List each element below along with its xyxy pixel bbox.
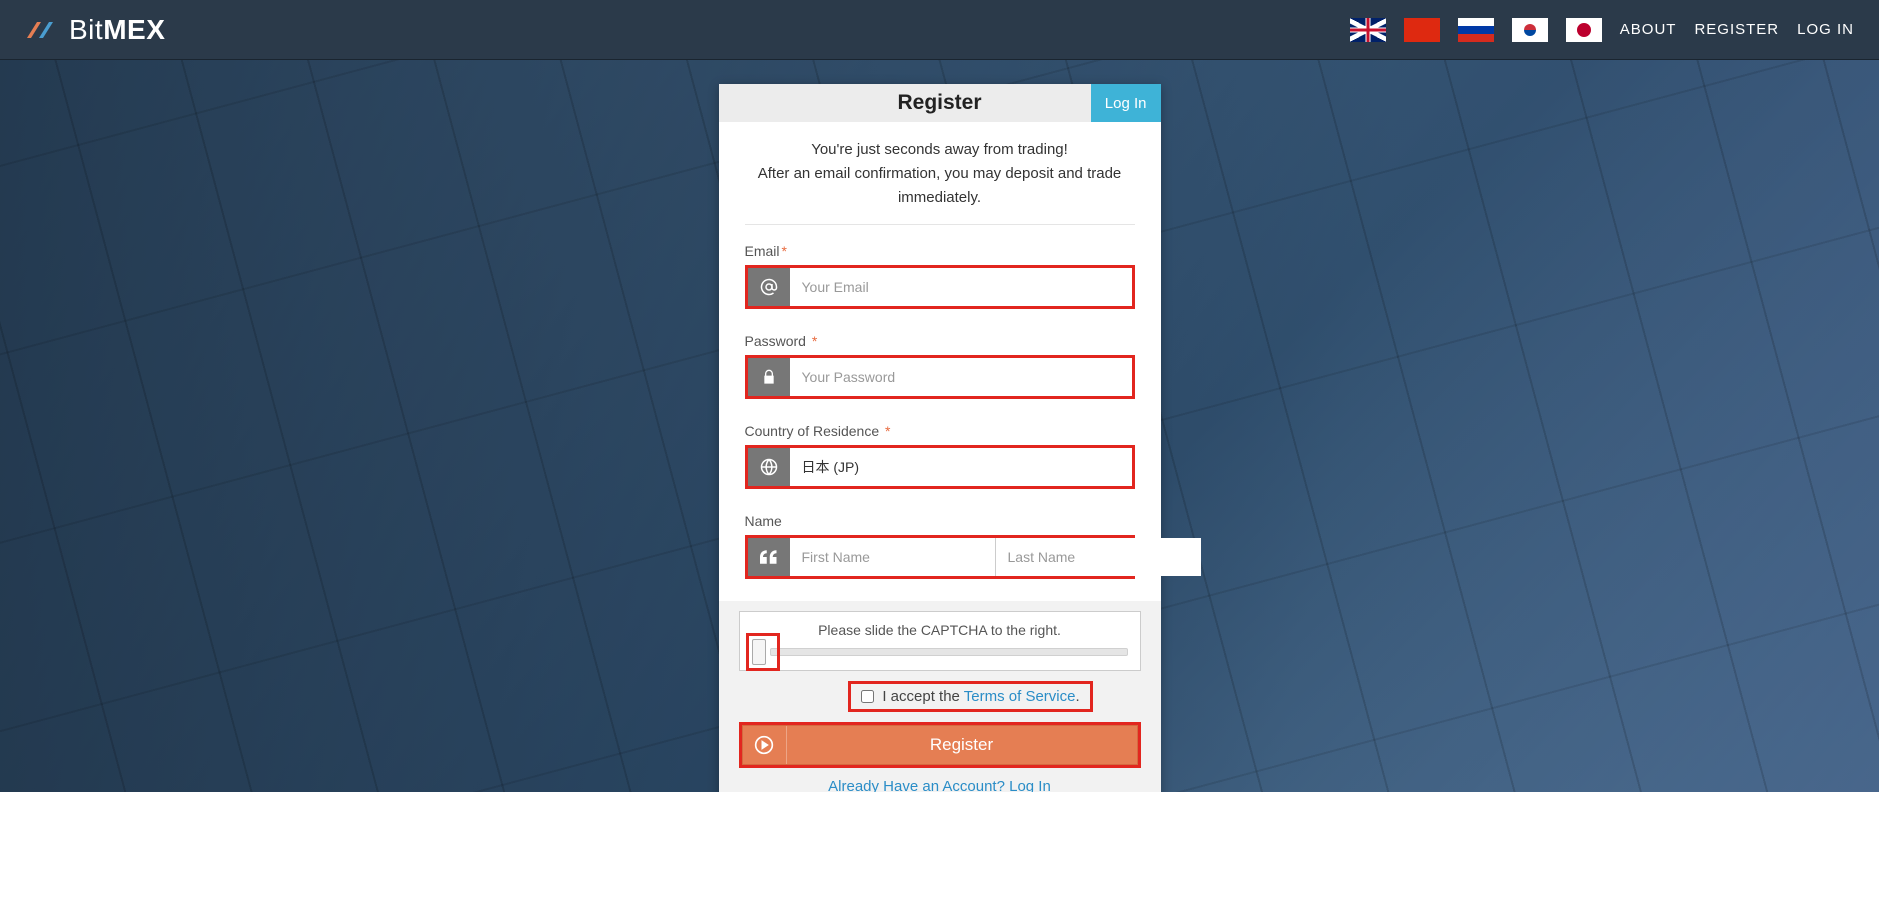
below-fold [0,792,1879,915]
register-button-label: Register [787,735,1137,755]
captcha-text: Please slide the CAPTCHA to the right. [752,622,1128,638]
logo-text: BitMEX [69,14,165,46]
captcha-slider-handle[interactable] [752,639,766,665]
country-label: Country of Residence * [745,423,1135,439]
hero-background: Register Log In You're just seconds away… [0,60,1879,792]
quote-icon [748,538,790,576]
email-label: Email* [745,243,1135,259]
captcha-track [770,648,1128,656]
play-circle-icon [743,726,787,764]
already-row: Already Have an Account? Log In [739,778,1141,792]
logo[interactable]: BitMEX [25,14,165,46]
nav-login[interactable]: LOG IN [1797,21,1854,38]
header: BitMEX ABOUT REGISTER LOG IN [0,0,1879,60]
country-select[interactable] [790,448,1132,486]
last-name-input[interactable] [996,538,1201,576]
tos-post: . [1075,688,1079,705]
globe-icon [748,448,790,486]
tos-checkbox[interactable] [861,690,874,703]
password-input[interactable] [790,358,1132,396]
flag-ru-icon[interactable] [1458,18,1494,42]
flag-kr-icon[interactable] [1512,18,1548,42]
tos-pre: I accept the [882,688,963,705]
tos-row: I accept the Terms of Service. [848,681,1092,712]
card-header: Register Log In [719,84,1161,122]
intro-text: You're just seconds away from trading! A… [745,138,1135,225]
at-icon [748,268,790,306]
password-label: Password * [745,333,1135,349]
flag-jp-icon[interactable] [1566,18,1602,42]
email-input[interactable] [790,268,1132,306]
nav-register[interactable]: REGISTER [1694,21,1779,38]
login-tab[interactable]: Log In [1091,84,1161,122]
first-name-input[interactable] [790,538,996,576]
intro-line1: You're just seconds away from trading! [745,138,1135,162]
flag-cn-icon[interactable] [1404,18,1440,42]
already-link[interactable]: Already Have an Account? Log In [828,778,1051,792]
intro-line2: After an email confirmation, you may dep… [745,162,1135,210]
register-card: Register Log In You're just seconds away… [719,84,1161,792]
captcha-box: Please slide the CAPTCHA to the right. [739,611,1141,671]
name-label: Name [745,513,1135,529]
logo-mark-icon [25,16,61,44]
nav-about[interactable]: ABOUT [1620,21,1677,38]
lock-icon [748,358,790,396]
tos-link[interactable]: Terms of Service [964,688,1076,705]
nav-right: ABOUT REGISTER LOG IN [1350,18,1854,42]
flag-uk-icon[interactable] [1350,18,1386,42]
register-button[interactable]: Register [742,725,1138,765]
